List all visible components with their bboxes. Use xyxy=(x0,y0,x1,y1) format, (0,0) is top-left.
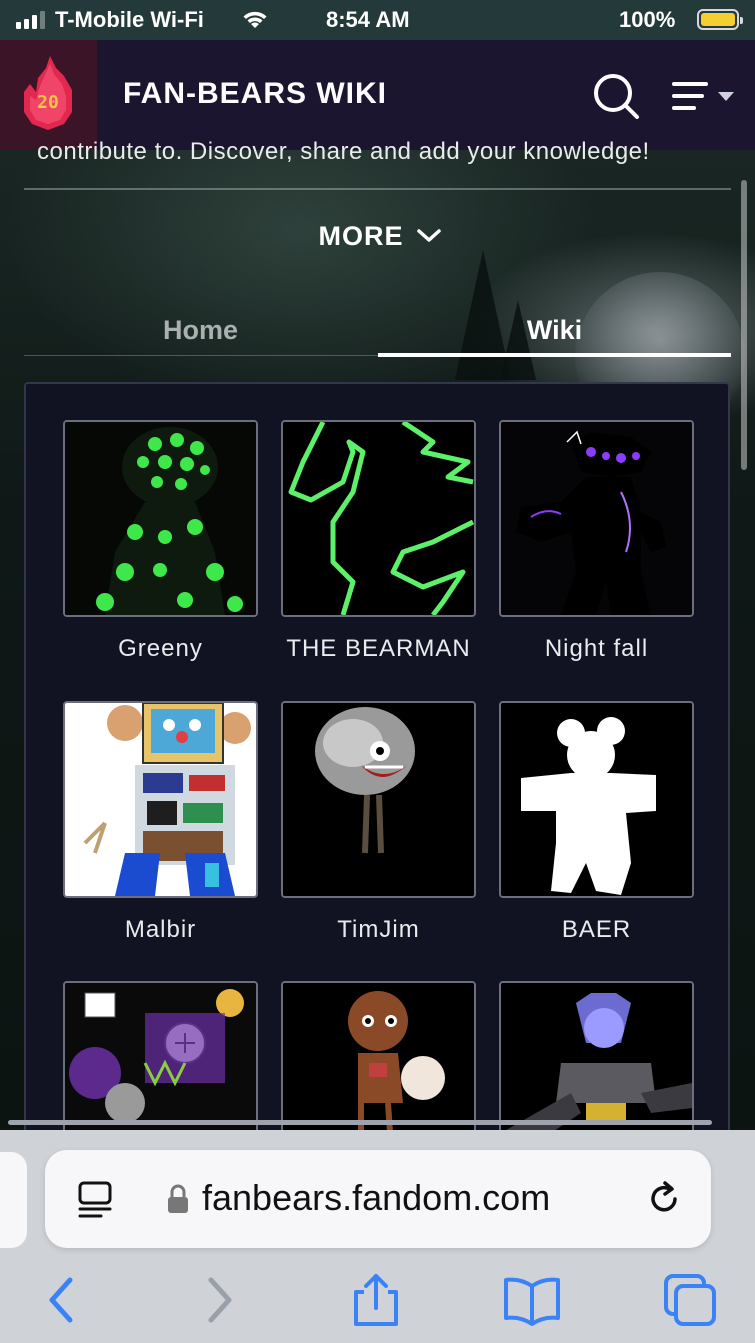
gallery-item-greeny[interactable]: Greeny xyxy=(63,420,258,663)
menu-button[interactable] xyxy=(672,80,738,114)
flame-logo-icon: 20 xyxy=(24,56,72,130)
clock: 8:54 AM xyxy=(326,7,410,32)
gallery-item-the-bearman[interactable]: THE BEARMAN xyxy=(281,420,476,663)
gallery-item[interactable] xyxy=(281,981,476,1140)
item-caption[interactable]: Greeny xyxy=(63,635,258,663)
item-caption[interactable]: THE BEARMAN xyxy=(281,635,476,663)
character-image[interactable] xyxy=(499,981,694,1140)
character-image[interactable] xyxy=(63,420,258,617)
item-caption[interactable]: BAER xyxy=(499,916,694,944)
tab-wiki[interactable]: Wiki xyxy=(378,305,731,355)
signal-icon xyxy=(16,11,45,29)
search-button[interactable] xyxy=(592,72,640,120)
carrier-label: T-Mobile Wi-Fi xyxy=(55,7,204,32)
reader-mode-icon[interactable] xyxy=(77,1180,113,1220)
chevron-down-icon xyxy=(718,92,734,101)
character-image[interactable] xyxy=(499,420,694,617)
tab-home[interactable]: Home xyxy=(24,305,377,355)
character-image[interactable] xyxy=(63,701,258,898)
chevron-down-icon xyxy=(416,229,441,242)
forward-icon[interactable] xyxy=(195,1272,255,1328)
tabs-icon[interactable] xyxy=(660,1272,720,1328)
menu-icon xyxy=(672,82,734,110)
active-tab-indicator xyxy=(378,353,731,357)
character-image[interactable] xyxy=(281,701,476,898)
page-scroll-track xyxy=(8,1120,712,1125)
address-bar[interactable]: fanbears.fandom.com xyxy=(45,1150,711,1248)
bookmarks-icon[interactable] xyxy=(502,1272,562,1328)
item-caption[interactable]: TimJim xyxy=(281,916,476,944)
share-icon[interactable] xyxy=(346,1272,406,1328)
character-image[interactable] xyxy=(63,981,258,1140)
url-text[interactable]: fanbears.fandom.com xyxy=(202,1177,550,1219)
character-image[interactable] xyxy=(499,701,694,898)
status-bar: T-Mobile Wi-Fi 8:54 AM 100% xyxy=(0,0,755,40)
battery-percent: 100% xyxy=(619,7,676,32)
previous-tab-peek[interactable] xyxy=(0,1152,27,1248)
search-icon xyxy=(594,74,639,119)
wiki-description: contribute to. Discover, share and add y… xyxy=(37,138,650,165)
logo-badge-number: 20 xyxy=(37,92,59,113)
battery-icon xyxy=(697,9,743,30)
browser-toolbar: fanbears.fandom.com xyxy=(0,1130,755,1343)
gallery-item-night-fall[interactable]: Night fall xyxy=(499,420,694,663)
character-gallery: Greeny THE BEARMAN Night fall Malbir Tim… xyxy=(24,382,730,1142)
gallery-item[interactable] xyxy=(499,981,694,1140)
more-button[interactable]: MORE xyxy=(300,216,460,256)
scroll-indicator[interactable] xyxy=(741,180,747,470)
wiki-logo[interactable]: 20 xyxy=(0,40,97,150)
wiki-header: 20 FAN-BEARS WIKI xyxy=(0,40,755,150)
wiki-title[interactable]: FAN-BEARS WIKI xyxy=(123,77,387,111)
gallery-item-timjim[interactable]: TimJim xyxy=(281,701,476,944)
divider xyxy=(24,188,731,190)
more-label: MORE xyxy=(318,220,404,251)
gallery-item[interactable] xyxy=(63,981,258,1140)
item-caption[interactable]: Night fall xyxy=(499,635,694,663)
character-image[interactable] xyxy=(281,981,476,1140)
gallery-item-baer[interactable]: BAER xyxy=(499,701,694,944)
tab-bar: Home Wiki xyxy=(24,305,731,357)
lock-icon xyxy=(168,1184,188,1213)
back-icon[interactable] xyxy=(40,1272,100,1328)
character-image[interactable] xyxy=(281,420,476,617)
reload-icon[interactable] xyxy=(645,1180,683,1218)
wifi-icon xyxy=(243,11,267,28)
gallery-item-malbir[interactable]: Malbir xyxy=(63,701,258,944)
item-caption[interactable]: Malbir xyxy=(63,916,258,944)
